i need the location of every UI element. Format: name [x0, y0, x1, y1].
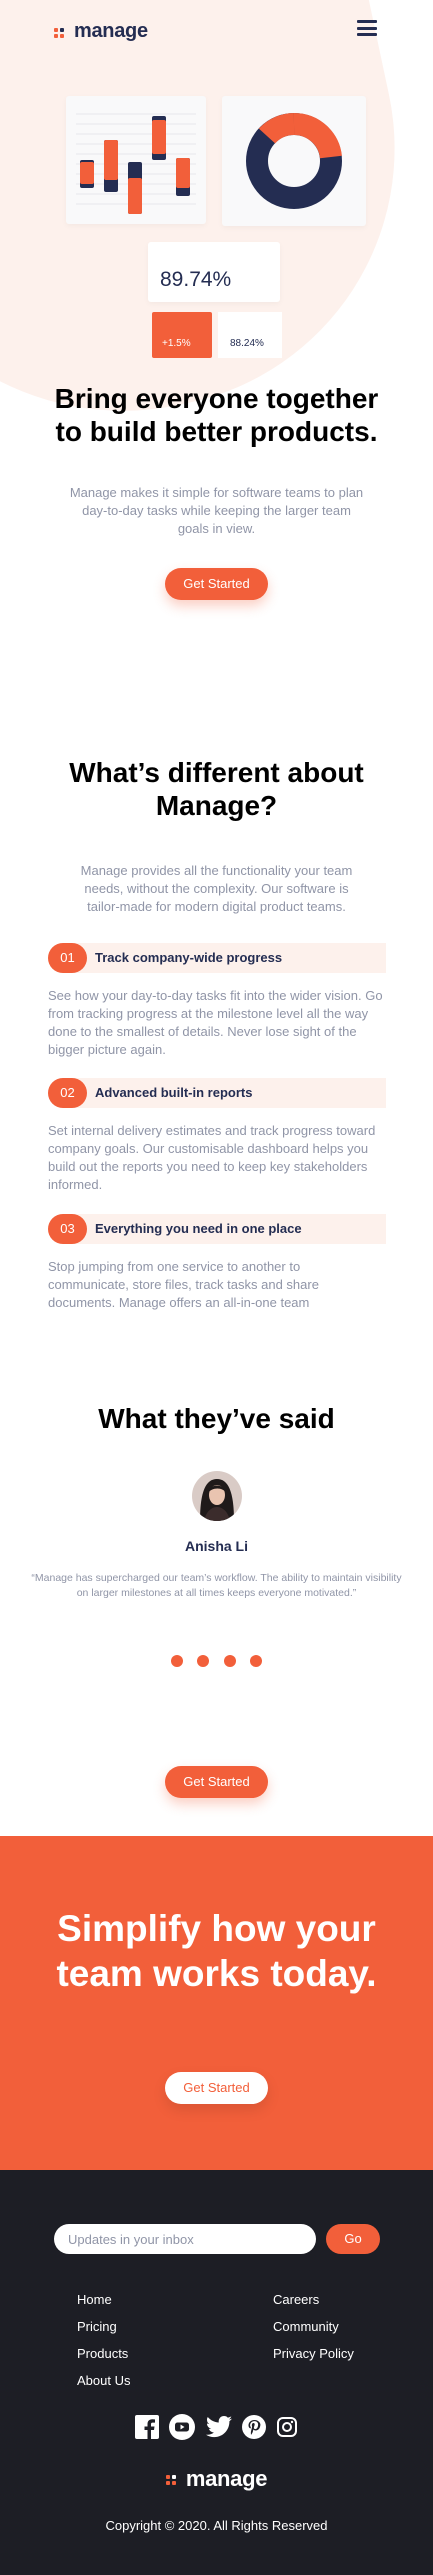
carousel-dot[interactable] [223, 1655, 236, 1667]
stat-card: 89.74% [148, 242, 280, 302]
cta-band: Simplify how your team works today. Get … [0, 1836, 433, 2170]
hero-get-started-button[interactable]: Get Started [165, 568, 268, 600]
carousel-dot[interactable] [170, 1655, 183, 1667]
copyright: Copyright © 2020. All Rights Reserved [105, 2518, 328, 2533]
stat-change-card: +1.5% [152, 312, 212, 358]
testimonials-section: What they’ve said Anisha Li “Manage has … [0, 1402, 433, 1601]
footer-link-careers[interactable]: Careers [273, 2286, 354, 2313]
twitter-icon[interactable] [205, 2416, 232, 2443]
cta-band-title: Simplify how your team works today. [56, 1908, 377, 1994]
brand-name: manage [74, 20, 148, 42]
cta-band-get-started-button[interactable]: Get Started [165, 2072, 268, 2104]
hero-subtitle: Manage makes it simple for software team… [69, 485, 364, 536]
facebook-icon[interactable] [134, 2415, 159, 2444]
newsletter-input[interactable] [54, 2224, 316, 2254]
logo-mark-icon [54, 25, 68, 39]
avatar [191, 1471, 242, 1521]
hamburger-icon[interactable] [357, 20, 377, 36]
feature-title: Everything you need in one place [95, 1221, 302, 1236]
testimonial-cta: Get Started [0, 1766, 433, 1798]
footer-link-pricing[interactable]: Pricing [77, 2313, 130, 2340]
carousel-dot[interactable] [250, 1655, 263, 1667]
feature-title: Track company-wide progress [95, 950, 283, 965]
footer-link-home[interactable]: Home [77, 2286, 130, 2313]
bar-chart-illustration [76, 113, 196, 214]
page: manage 89.74% +1.5% 88.24% Bring everyon… [0, 0, 433, 2575]
testimonials-get-started-button[interactable]: Get Started [165, 1766, 268, 1798]
stat-secondary-card: 88.24% [218, 312, 282, 358]
logo-mark-icon [165, 2472, 180, 2486]
instagram-icon[interactable] [276, 2416, 298, 2443]
newsletter-go-button[interactable]: Go [326, 2224, 380, 2254]
footer-link-about-us[interactable]: About Us [77, 2367, 130, 2394]
stat-value: 89.74% [160, 268, 232, 291]
hero-title: Bring everyone together to build better … [54, 383, 379, 447]
carousel-dot[interactable] [197, 1655, 210, 1667]
features-subtitle: Manage provides all the functionality yo… [80, 863, 353, 914]
pinterest-icon[interactable] [241, 2415, 266, 2444]
feature-number: 03 [48, 1214, 87, 1244]
donut-chart-card [222, 96, 366, 226]
carousel-dots [0, 1654, 433, 1672]
footer-links-left: Home Pricing Products About Us [77, 2286, 130, 2394]
footer-link-privacy-policy[interactable]: Privacy Policy [273, 2340, 354, 2367]
hero-section: Bring everyone together to build better … [0, 382, 433, 600]
feature-header: 01 Track company-wide progress [48, 943, 386, 973]
donut-chart-illustration [246, 112, 342, 209]
feature-description: See how your day-to-day tasks fit into t… [48, 988, 383, 1057]
stat-secondary: 88.24% [230, 338, 264, 349]
site-footer: Go Home Pricing Products About Us Career… [0, 2170, 433, 2575]
footer-link-community[interactable]: Community [273, 2313, 354, 2340]
newsletter-form: Go [54, 2224, 380, 2254]
feature-description: Set internal delivery estimates and trac… [48, 1123, 376, 1192]
features-title: What’s different about Manage? [69, 757, 364, 821]
bar-chart-card [66, 96, 206, 224]
footer-logo[interactable]: manage [0, 2466, 433, 2492]
testimonial-name: Anisha Li [184, 1538, 248, 1554]
site-header: manage [0, 16, 433, 46]
feature-header: 03 Everything you need in one place [48, 1214, 386, 1244]
feature-title: Advanced built-in reports [95, 1085, 253, 1100]
social-links [0, 2414, 433, 2445]
footer-brand-name: manage [185, 2466, 268, 2491]
testimonial-quote: “Manage has supercharged our team’s work… [31, 1572, 402, 1599]
features-section: What’s different about Manage? Manage pr… [0, 756, 433, 916]
feature-number: 02 [48, 1078, 87, 1108]
feature-number: 01 [48, 943, 87, 973]
feature-header: 02 Advanced built-in reports [48, 1078, 386, 1108]
footer-links-right: Careers Community Privacy Policy [273, 2286, 354, 2367]
stat-change: +1.5% [162, 338, 191, 349]
testimonials-title: What they’ve said [98, 1403, 335, 1434]
youtube-icon[interactable] [169, 2414, 196, 2445]
feature-description: Stop jumping from one service to another… [48, 1259, 319, 1310]
footer-link-products[interactable]: Products [77, 2340, 130, 2367]
logo[interactable]: manage [54, 20, 148, 43]
